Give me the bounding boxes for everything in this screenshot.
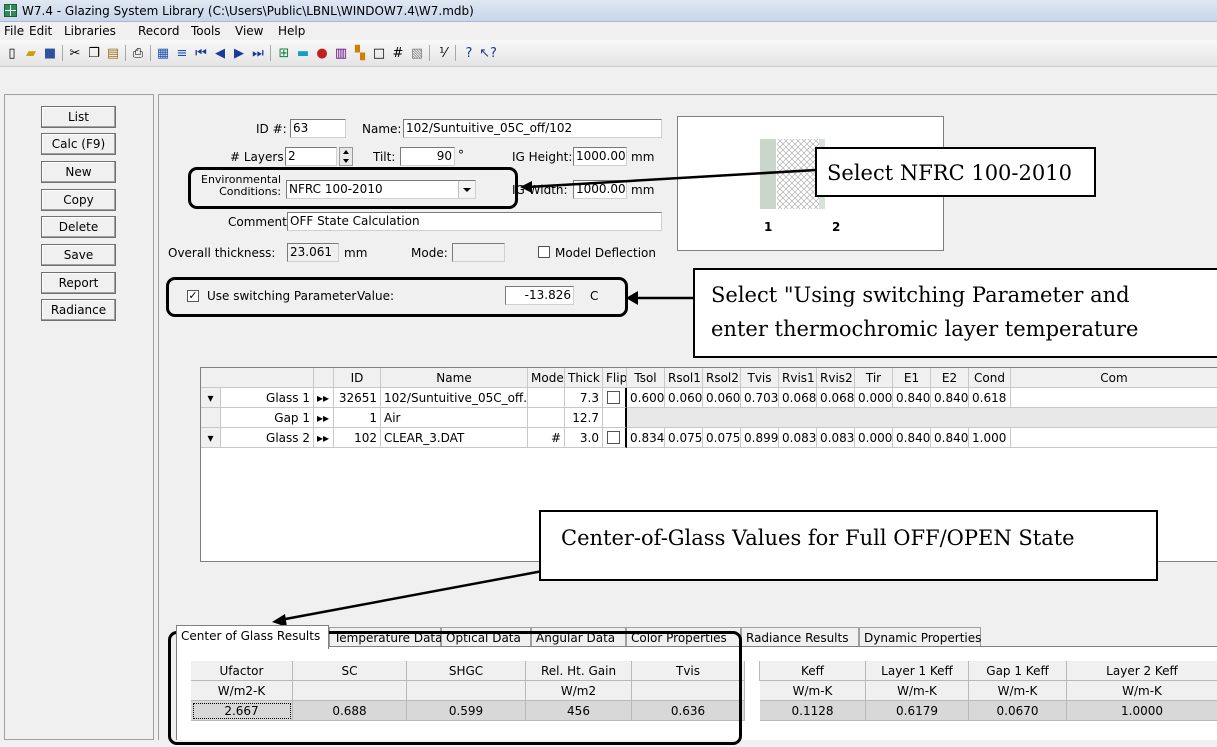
nfrc-callout: Select NFRC 100-2010 [815,147,1096,197]
tab-center-of-glass-results[interactable]: Center of Glass Results [176,625,329,649]
nfrc-callout-text: Select NFRC 100-2010 [827,161,1072,185]
arrow-head-icon [520,181,532,193]
switching-callout-line1: Select "Using switching Parameter and [711,283,1130,307]
arrow-head-icon [626,291,638,305]
switching-callout: Select "Using switching Parameter and en… [693,268,1217,358]
switching-callout-line2: enter thermochromic layer temperature [711,317,1139,341]
center-of-glass-callout-text: Center-of-Glass Values for Full OFF/OPEN… [561,526,1075,550]
center-of-glass-callout: Center-of-Glass Values for Full OFF/OPEN… [539,510,1158,581]
